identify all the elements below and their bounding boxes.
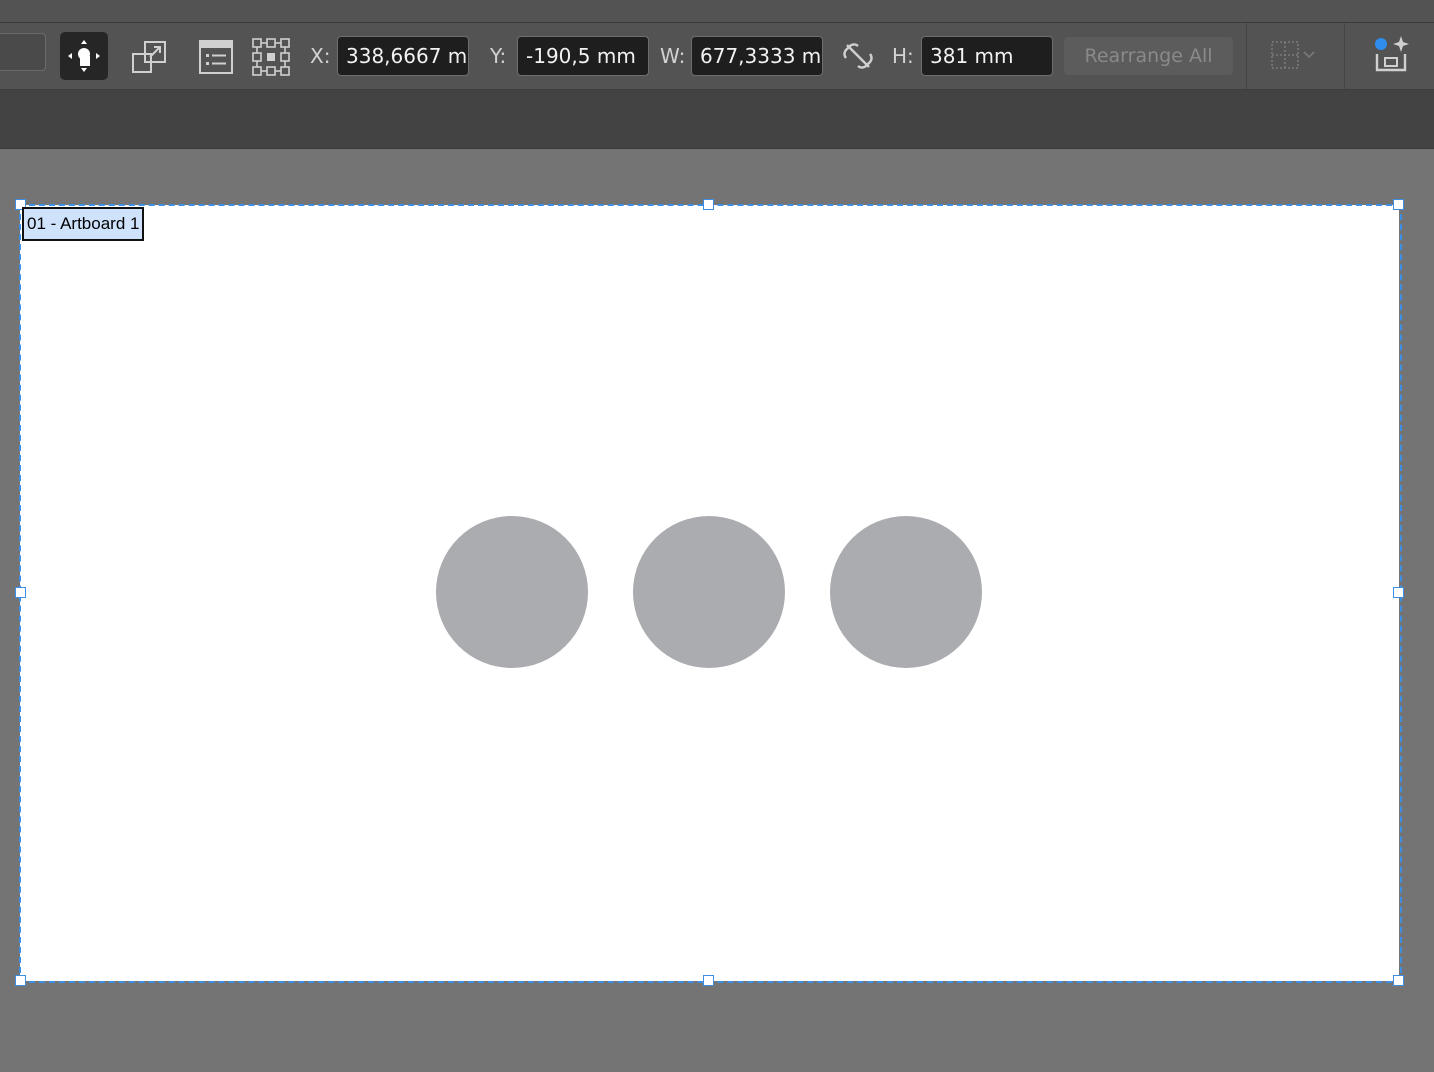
handle-bottom-center[interactable] [703, 975, 714, 986]
constrain-proportions-button[interactable] [838, 36, 878, 76]
toolbar-separator [1246, 23, 1247, 89]
x-label: X: [310, 44, 331, 68]
h-label: H: [892, 44, 914, 68]
align-grid-icon [1271, 41, 1315, 69]
move-copy-artwork-icon [132, 41, 166, 73]
generative-expand-icon [1375, 36, 1409, 72]
control-toolbar: X: 338,6667 m Y: -190,5 mm W: 677,3333 m… [0, 23, 1434, 90]
circle-shape-1[interactable] [436, 516, 588, 668]
artboard-name-label[interactable]: 01 - Artboard 1 [22, 207, 145, 241]
artboard-options-icon [199, 40, 233, 74]
artboard-options-button[interactable] [196, 37, 236, 77]
handle-top-right[interactable] [1393, 199, 1404, 210]
h-field[interactable]: 381 mm [921, 36, 1053, 76]
align-dropdown-button[interactable] [1268, 39, 1324, 73]
unlink-proportions-icon [843, 43, 873, 69]
handle-top-center[interactable] [703, 199, 714, 210]
y-field[interactable]: -190,5 mm [517, 36, 649, 76]
toolbar-separator-2 [1344, 23, 1345, 89]
toolbar-dropdown-stub[interactable] [0, 33, 46, 71]
artboard-tool-button[interactable] [60, 32, 108, 80]
document-tab-bar [0, 90, 1434, 149]
y-label: Y: [490, 44, 507, 68]
circle-shape-2[interactable] [633, 516, 785, 668]
handle-bottom-left[interactable] [15, 975, 26, 986]
move-artboard-icon [68, 40, 100, 72]
rearrange-all-button[interactable]: Rearrange All [1064, 37, 1233, 75]
reference-point-button[interactable] [251, 37, 291, 77]
x-field[interactable]: 338,6667 m [337, 36, 469, 76]
w-label: W: [660, 44, 686, 68]
circle-shape-3[interactable] [830, 516, 982, 668]
handle-middle-right[interactable] [1393, 587, 1404, 598]
window-top-strip [0, 0, 1434, 23]
move-copy-artwork-button[interactable] [130, 37, 170, 77]
reference-point-icon [252, 38, 290, 76]
handle-bottom-right[interactable] [1393, 975, 1404, 986]
generative-expand-button[interactable] [1371, 34, 1411, 74]
w-field[interactable]: 677,3333 m [691, 36, 823, 76]
handle-middle-left[interactable] [15, 587, 26, 598]
